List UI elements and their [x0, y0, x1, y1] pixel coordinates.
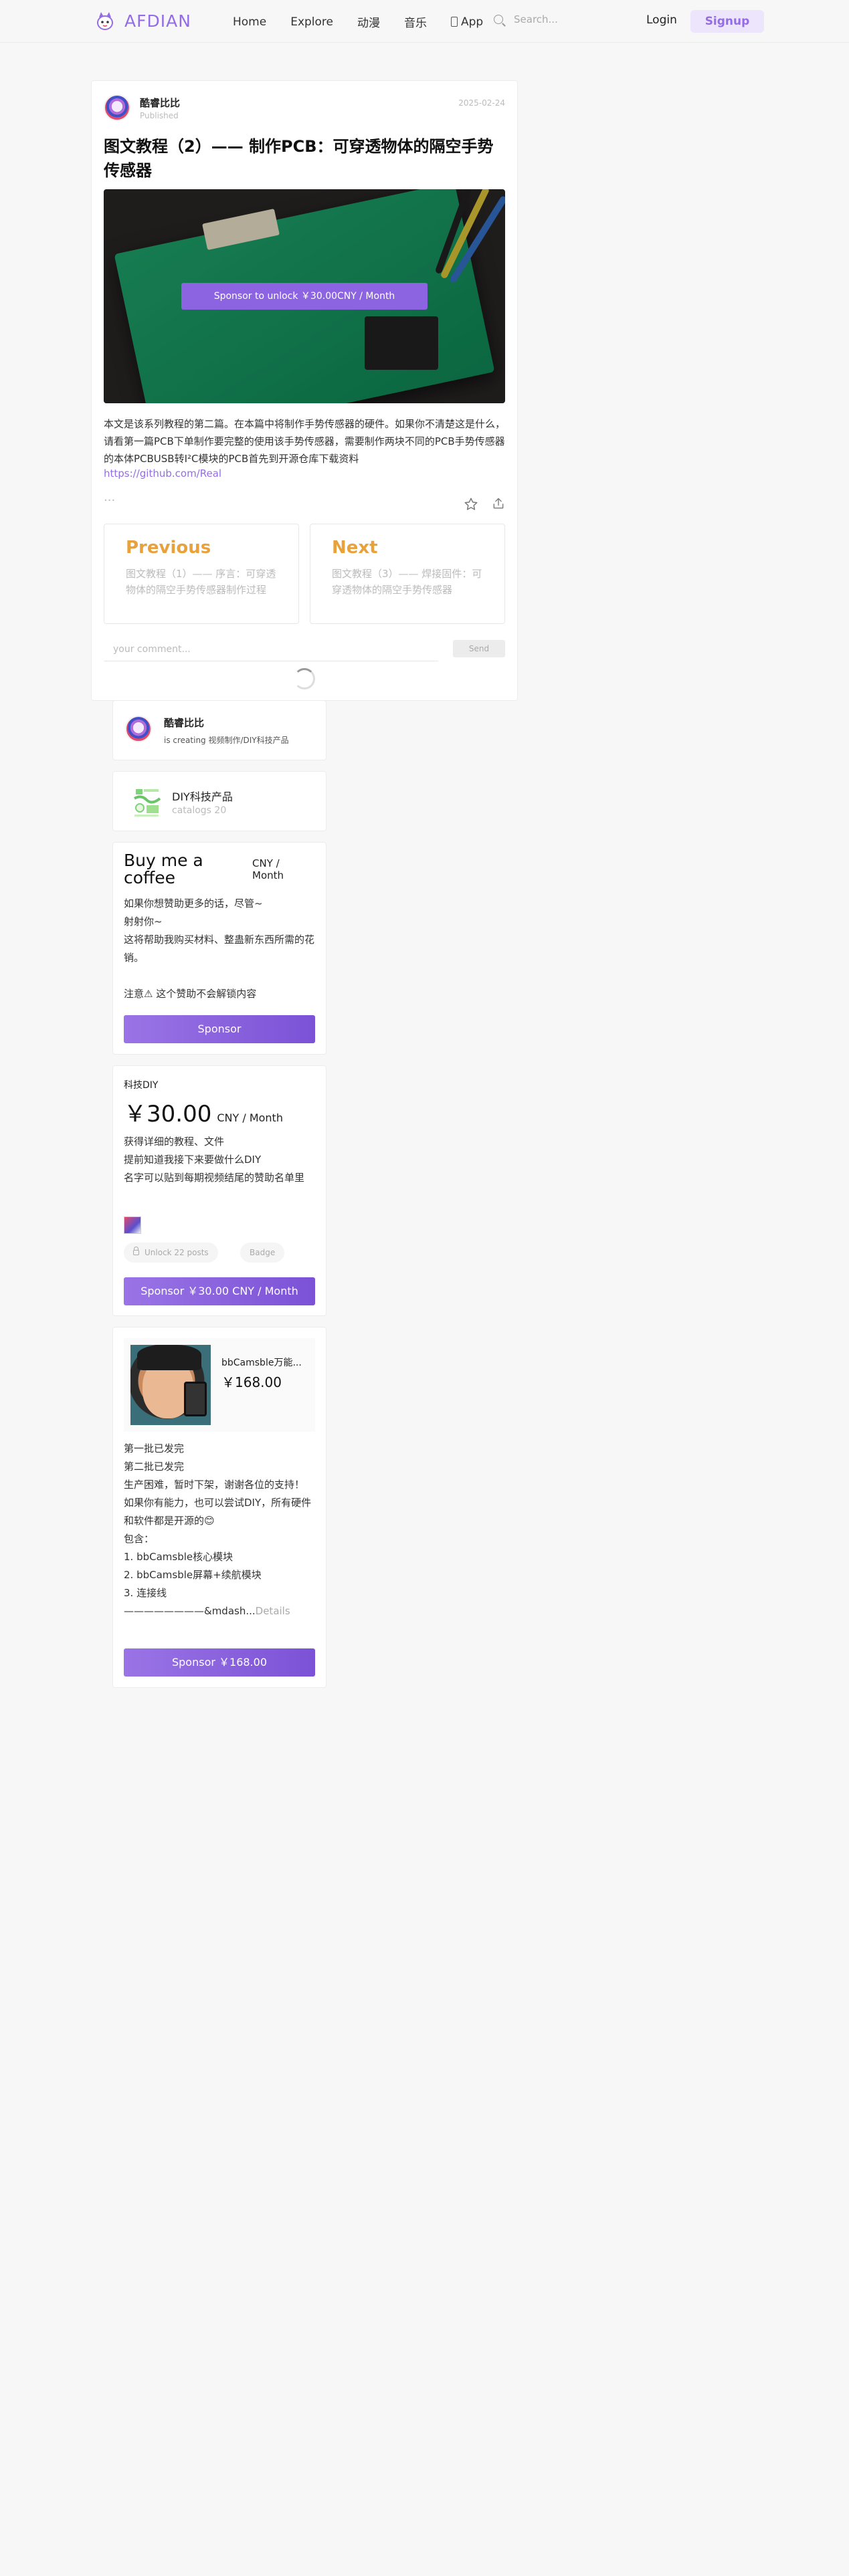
- search-icon: [494, 15, 503, 24]
- previous-post-card[interactable]: Previous 图文教程（1）—— 序言：可穿透物体的隔空手势传感器制作过程: [104, 524, 299, 624]
- product-price: ￥168.00: [221, 1374, 282, 1390]
- product-image-device: [184, 1382, 207, 1416]
- nav-explore[interactable]: Explore: [290, 15, 333, 29]
- product-name: bbCamsble万能...: [221, 1358, 302, 1368]
- reward-thumbnail: [124, 1216, 141, 1234]
- nav-anime[interactable]: 动漫: [357, 13, 380, 30]
- author-name: 酷睿比比: [140, 96, 181, 109]
- creator-avatar: [125, 716, 152, 742]
- signup-button[interactable]: Signup: [690, 10, 764, 33]
- nav-home[interactable]: Home: [233, 15, 266, 29]
- coffee-plan-unit: CNY / Month: [252, 857, 284, 881]
- coffee-plan-title: Buy me a coffee: [124, 851, 203, 887]
- post-title: 图文教程（2）—— 制作PCB：可穿透物体的隔空手势传感器: [104, 137, 494, 180]
- login-link[interactable]: Login: [646, 13, 677, 27]
- unlock-posts-label: Unlock 22 posts: [145, 1248, 209, 1257]
- github-link[interactable]: https://github.com/Real: [104, 467, 221, 479]
- share-icon[interactable]: [492, 497, 505, 510]
- author-info: 酷睿比比 Published: [140, 96, 180, 120]
- comment-input[interactable]: [104, 637, 438, 661]
- plan-price-amount: ￥30.00: [124, 1101, 212, 1128]
- star-icon[interactable]: [464, 497, 478, 512]
- product-image: [130, 1345, 211, 1425]
- plan-name: 科技DIY: [124, 1080, 159, 1091]
- plan-sponsor-button[interactable]: Sponsor ￥30.00 CNY / Month: [124, 1277, 315, 1305]
- plan-price: ￥30.00 CNY / Month: [124, 1095, 283, 1128]
- product-description-text: 第一批已发完 第二批已发完 生产困难，暂时下架，谢谢各位的支持！ 如果你有能力，…: [124, 1442, 312, 1617]
- top-header: AFDIAN Home Explore 动漫 音乐 App Login Sign…: [0, 0, 849, 43]
- post-summary: 本文是该系列教程的第二篇。在本篇中将制作手势传感器的硬件。如果你不清楚这是什么，…: [104, 418, 506, 465]
- sponsor-to-unlock-button[interactable]: Sponsor to unlock ￥30.00CNY / Month: [181, 283, 428, 310]
- category-count: catalogs 20: [172, 805, 227, 816]
- coffee-plan-card: Buy me a coffee CNY / Month 如果你想赞助更多的话，尽…: [112, 842, 326, 1055]
- nav-app-label: App: [461, 15, 484, 29]
- plan-price-unit: CNY / Month: [217, 1111, 283, 1124]
- send-comment-button[interactable]: Send: [453, 640, 505, 657]
- creator-description: is creating 视频制作/DIY科技产品: [164, 736, 289, 745]
- post-status: Published: [140, 110, 179, 120]
- post-cover-image: Sponsor to unlock ￥30.00CNY / Month: [104, 189, 505, 403]
- nav-app[interactable]: App: [451, 15, 483, 29]
- previous-label: Previous: [126, 538, 211, 558]
- next-post-title: 图文教程（3）—— 焊接固件：可穿透物体的隔空手势传感器: [332, 568, 482, 596]
- afdian-logo-icon: [97, 12, 113, 30]
- lock-icon: [133, 1247, 139, 1255]
- tech-diy-plan-card: 科技DIY ￥30.00 CNY / Month 获得详细的教程、文件 提前知道…: [112, 1065, 326, 1316]
- category-name: DIY科技产品: [172, 790, 233, 803]
- creator-name: 酷睿比比: [164, 717, 205, 729]
- product-sponsor-button[interactable]: Sponsor ￥168.00: [124, 1648, 315, 1677]
- product-image-hair: [137, 1345, 201, 1370]
- next-post-card[interactable]: Next 图文教程（3）—— 焊接固件：可穿透物体的隔空手势传感器: [310, 524, 505, 624]
- product-description: 第一批已发完 第二批已发完 生产困难，暂时下架，谢谢各位的支持！ 如果你有能力，…: [124, 1440, 318, 1620]
- more-ellipsis: ...: [104, 490, 116, 504]
- plan-description: 获得详细的教程、文件 提前知道我接下来要做什么DIY 名字可以贴到每期视频结尾的…: [124, 1136, 305, 1184]
- category-icon: [133, 789, 161, 817]
- next-label: Next: [332, 538, 378, 558]
- coffee-plan-description: 如果你想赞助更多的话，尽管~ 射射你~ 这将帮助我购买材料、整蛊新东西所需的花销…: [124, 897, 315, 1000]
- product-summary[interactable]: bbCamsble万能... ￥168.00: [124, 1338, 315, 1432]
- product-card: bbCamsble万能... ￥168.00 第一批已发完 第二批已发完 生产困…: [112, 1327, 326, 1688]
- search-input[interactable]: [514, 13, 634, 25]
- main-nav: Home Explore 动漫 音乐 App: [233, 13, 507, 31]
- post-date: 2025-02-24: [458, 98, 505, 108]
- loading-spinner-icon: [294, 668, 315, 689]
- details-link[interactable]: Details: [256, 1605, 290, 1617]
- post-author[interactable]: 酷睿比比 Published: [104, 94, 180, 121]
- search-bar: [494, 13, 634, 25]
- author-avatar: [104, 94, 130, 121]
- badge-tag: Badge: [240, 1243, 285, 1263]
- previous-post-title: 图文教程（1）—— 序言：可穿透物体的隔空手势传感器制作过程: [126, 568, 276, 596]
- creator-card[interactable]: 酷睿比比 is creating 视频制作/DIY科技产品: [112, 700, 326, 760]
- logo[interactable]: AFDIAN: [94, 9, 191, 32]
- category-card[interactable]: DIY科技产品 catalogs 20: [112, 771, 326, 831]
- phone-icon: [451, 17, 458, 27]
- post-card: 酷睿比比 Published 2025-02-24 图文教程（2）—— 制作PC…: [91, 80, 518, 701]
- unlock-posts-tag: Unlock 22 posts: [124, 1243, 218, 1263]
- nav-music[interactable]: 音乐: [404, 13, 427, 30]
- coffee-sponsor-button[interactable]: Sponsor: [124, 1015, 315, 1043]
- logo-text: AFDIAN: [124, 11, 191, 31]
